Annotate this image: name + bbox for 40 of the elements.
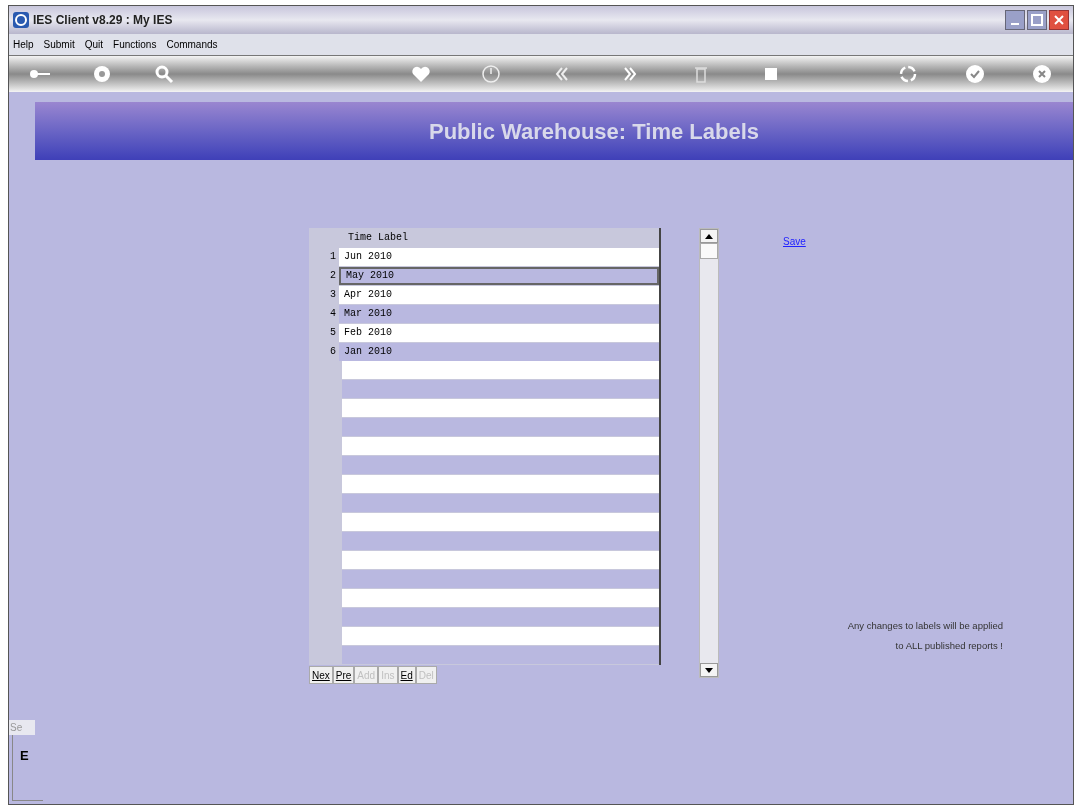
column-header: Time Label: [348, 231, 408, 245]
menu-item[interactable]: Help: [13, 37, 34, 52]
close-button[interactable]: [1049, 10, 1069, 30]
window-title: IES Client v8.29 : My IES: [33, 12, 174, 29]
table-row[interactable]: May 2010: [339, 266, 659, 285]
search-icon[interactable]: [153, 63, 175, 85]
scrollbar[interactable]: [699, 228, 719, 678]
table-row[interactable]: Apr 2010: [339, 285, 659, 304]
clock-icon[interactable]: [480, 63, 502, 85]
close-icon[interactable]: [1031, 63, 1053, 85]
table-row[interactable]: Feb 2010: [339, 323, 659, 342]
save-link[interactable]: Save: [783, 234, 806, 249]
table-row[interactable]: Jan 2010: [339, 342, 659, 361]
nav-button[interactable]: Nex: [309, 666, 333, 684]
table-row[interactable]: Mar 2010: [339, 304, 659, 323]
row-number: 2: [329, 269, 337, 283]
minimize-button[interactable]: [1005, 10, 1025, 30]
table-row[interactable]: Jun 2010: [339, 247, 659, 266]
row-number: 6: [329, 345, 337, 359]
nav-button[interactable]: Pre: [332, 666, 355, 684]
page-title: Public Warehouse: Time Labels: [428, 117, 760, 146]
side-value: E: [20, 748, 29, 763]
menu-item[interactable]: Quit: [84, 37, 104, 52]
down-arrow-icon[interactable]: [705, 667, 713, 673]
app-icon: [13, 12, 29, 28]
maximize-button[interactable]: [1027, 10, 1047, 30]
menu-item[interactable]: Submit: [43, 37, 75, 52]
row-number: 4: [329, 307, 337, 321]
menu-item[interactable]: Functions: [113, 37, 157, 52]
note-text: Any changes to labels will be applied: [847, 619, 1003, 633]
menu-item[interactable]: Commands: [166, 37, 218, 52]
up-arrow-icon[interactable]: [705, 233, 713, 239]
check-icon[interactable]: [964, 63, 986, 85]
recycle-icon[interactable]: [897, 63, 919, 85]
row-number: 3: [329, 288, 337, 302]
close-icon: [1053, 14, 1065, 26]
row-number: 5: [329, 326, 337, 340]
scrollbar-thumb[interactable]: [700, 243, 718, 259]
note-text: to ALL published reports !: [895, 639, 1003, 654]
row-number: 1: [329, 250, 337, 264]
